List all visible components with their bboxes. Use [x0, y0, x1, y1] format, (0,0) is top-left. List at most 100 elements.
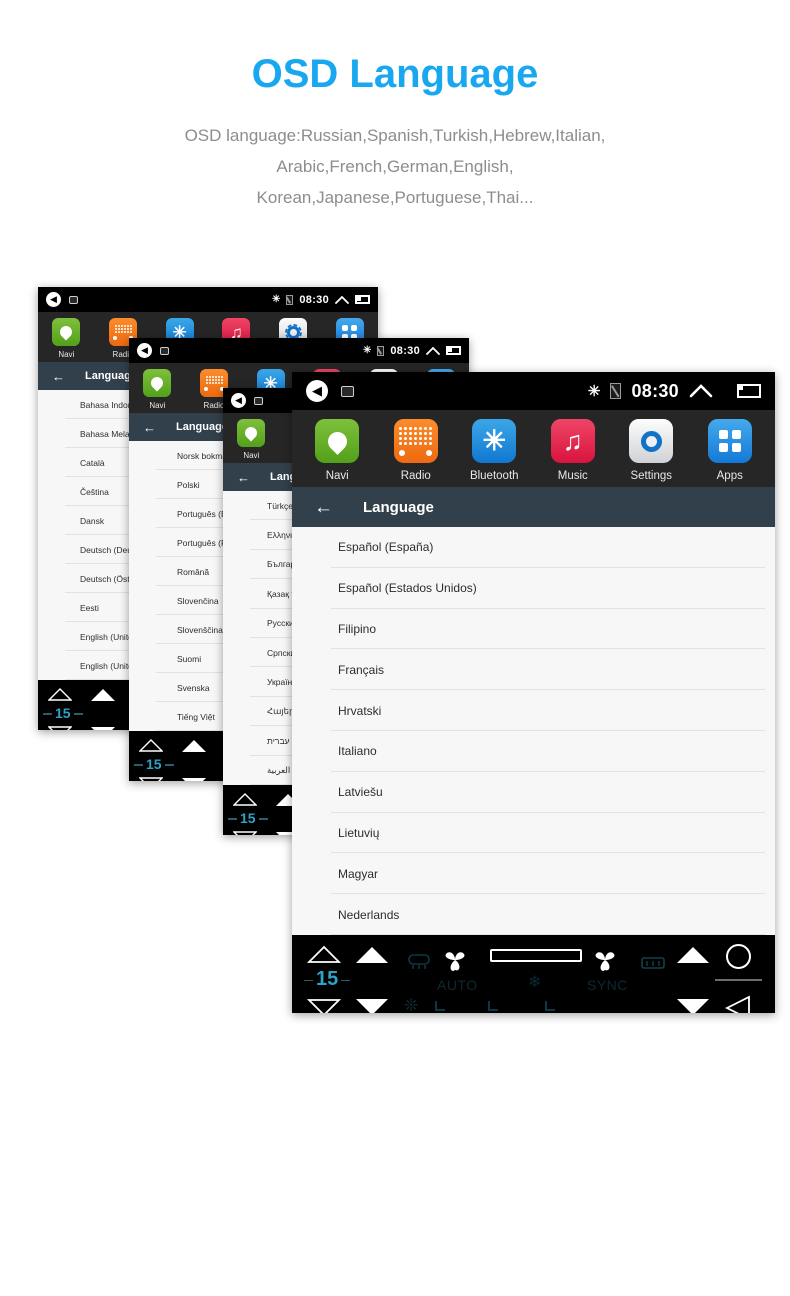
- fan-up-icon[interactable]: [354, 945, 390, 970]
- list-item[interactable]: Magyar: [292, 853, 775, 894]
- dock-item-navi[interactable]: Navi: [129, 369, 186, 410]
- temperature-value-3: 15: [228, 810, 267, 826]
- back-arrow-icon[interactable]: ←: [314, 498, 333, 517]
- language-label: Italiano: [338, 744, 377, 759]
- speaker-icon[interactable]: ◀: [46, 292, 61, 307]
- dock-label-navi: Navi: [58, 350, 75, 359]
- fan-up-icon[interactable]: [90, 688, 116, 707]
- dock-item-navi[interactable]: Navi: [38, 318, 95, 359]
- location-pin-icon: [315, 419, 360, 463]
- device-screen-main[interactable]: ◀ ✳ 08:30 Navi Radio ✳ Bluetooth ♫ Music…: [292, 372, 775, 1013]
- divider-line: [715, 979, 762, 981]
- subtitle-line-3: Korean,Japanese,Portuguese,Thai...: [256, 188, 534, 207]
- temp-up-outline-icon[interactable]: [138, 739, 164, 757]
- seat-fan-icon[interactable]: ❊: [404, 997, 418, 1013]
- page-title: OSD Language: [251, 52, 539, 96]
- gear-icon: [629, 419, 674, 463]
- list-item[interactable]: Français: [292, 649, 775, 690]
- screenshot-icon: [160, 346, 169, 355]
- list-item[interactable]: Español (España): [292, 527, 775, 568]
- language-label: Lietuvių: [338, 825, 380, 840]
- language-label: Français: [338, 662, 385, 677]
- temp-up-outline-icon[interactable]: [47, 688, 73, 706]
- snowflake-icon[interactable]: ❄: [528, 975, 541, 991]
- recents-icon[interactable]: [446, 346, 461, 355]
- language-label: Norsk bokmål: [177, 450, 229, 461]
- speaker-icon[interactable]: ◀: [306, 380, 328, 402]
- recents-icon[interactable]: [737, 384, 761, 398]
- bluetooth-icon: ✳: [587, 383, 601, 400]
- seat-right-icon[interactable]: [542, 998, 564, 1013]
- speaker-icon[interactable]: ◀: [231, 393, 246, 408]
- dock-label-navi: Navi: [325, 470, 349, 482]
- chevron-up-icon[interactable]: [426, 346, 440, 356]
- chevron-up-icon[interactable]: [689, 383, 713, 399]
- language-list-main[interactable]: Español (España) Español (Estados Unidos…: [292, 527, 775, 935]
- dock-item-navi[interactable]: Navi: [223, 419, 280, 460]
- list-item[interactable]: Español (Estados Unidos): [292, 568, 775, 609]
- dock-item-settings[interactable]: Settings: [612, 419, 691, 482]
- power-circle-icon[interactable]: [726, 944, 751, 969]
- recents-icon[interactable]: [355, 295, 370, 304]
- language-label: Latviešu: [338, 785, 383, 800]
- dock-item-apps[interactable]: Apps: [691, 419, 770, 482]
- language-label: Svenska: [177, 682, 210, 693]
- temp-down-outline-icon[interactable]: [138, 777, 164, 781]
- speaker-icon[interactable]: ◀: [137, 343, 152, 358]
- back-triangle-icon[interactable]: [724, 995, 752, 1013]
- temp-down-outline-icon[interactable]: [306, 998, 342, 1013]
- bluetooth-icon: ✳: [362, 345, 372, 356]
- list-item[interactable]: Italiano: [292, 731, 775, 772]
- radio-icon: [393, 419, 438, 463]
- dock-item-bluetooth[interactable]: ✳ Bluetooth: [455, 419, 534, 482]
- list-item[interactable]: Nederlands: [292, 894, 775, 935]
- back-arrow-icon[interactable]: ←: [52, 370, 65, 383]
- fan-down-icon[interactable]: [181, 777, 207, 781]
- temp-down-outline-icon[interactable]: [232, 831, 258, 835]
- sim-card-off-icon: [286, 294, 294, 305]
- front-defrost-icon[interactable]: [640, 957, 666, 978]
- list-item[interactable]: Filipino: [292, 609, 775, 650]
- temperature-value-2: 15: [134, 756, 173, 772]
- back-arrow-icon[interactable]: ←: [143, 421, 156, 434]
- language-label: עברית: [267, 735, 290, 746]
- language-label: Magyar: [338, 866, 379, 881]
- dock-item-navi[interactable]: Navi: [298, 419, 377, 482]
- page-root: OSD Language OSD language:Russian,Spanis…: [0, 0, 790, 1296]
- dock-label-radio: Radio: [203, 401, 225, 410]
- dock-label-bluetooth: Bluetooth: [469, 470, 519, 482]
- temp-slider[interactable]: [490, 949, 582, 962]
- volume-up-icon[interactable]: [675, 945, 711, 970]
- page-subtitle: OSD language:Russian,Spanish,Turkish,Heb…: [0, 120, 790, 213]
- volume-down-icon[interactable]: [675, 997, 711, 1013]
- status-bar-1: ◀ ✳ 08:30: [38, 287, 378, 312]
- subtitle-line-2: Arabic,French,German,English,: [276, 157, 514, 176]
- language-label: Filipino: [338, 621, 377, 636]
- language-label: Română: [177, 566, 210, 577]
- fan-down-icon[interactable]: [354, 997, 390, 1013]
- dock-item-music[interactable]: ♫ Music: [534, 419, 613, 482]
- chevron-up-icon[interactable]: [335, 295, 349, 305]
- seat-center-icon[interactable]: [485, 998, 507, 1013]
- temp-up-outline-icon[interactable]: [306, 945, 342, 969]
- fan-down-icon[interactable]: [90, 726, 116, 730]
- back-arrow-icon[interactable]: ←: [237, 471, 250, 484]
- list-item[interactable]: Lietuvių: [292, 813, 775, 854]
- subtitle-line-1: OSD language:Russian,Spanish,Turkish,Heb…: [184, 126, 606, 145]
- language-label: Slovenčina: [177, 595, 219, 606]
- screen-title-main: Language: [363, 498, 434, 516]
- seat-left-icon[interactable]: [432, 998, 454, 1013]
- list-item[interactable]: Latviešu: [292, 772, 775, 813]
- auto-fan-icon[interactable]: [440, 947, 470, 978]
- list-item[interactable]: Hrvatski: [292, 690, 775, 731]
- temp-down-outline-icon[interactable]: [47, 726, 73, 730]
- temp-up-outline-icon[interactable]: [232, 793, 258, 811]
- language-label: Čeština: [80, 486, 109, 497]
- dock-item-radio[interactable]: Radio: [377, 419, 456, 482]
- clock-label-1: 08:30: [299, 293, 329, 306]
- dock-label-music: Music: [557, 470, 588, 482]
- fan-up-icon[interactable]: [181, 739, 207, 758]
- rear-defrost-icon[interactable]: [406, 953, 432, 976]
- sync-fan-icon[interactable]: [590, 947, 620, 978]
- clock-label-main: 08:30: [631, 380, 679, 401]
